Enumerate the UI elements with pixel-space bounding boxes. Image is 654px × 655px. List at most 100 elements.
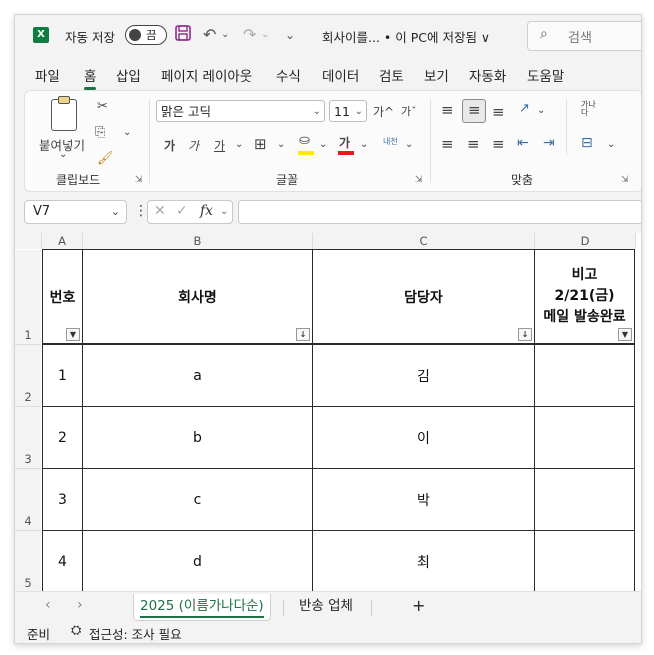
- save-icon[interactable]: [175, 25, 191, 45]
- table-cell[interactable]: b: [83, 407, 313, 469]
- phonetic-icon[interactable]: 내천: [383, 136, 398, 147]
- undo-dropdown-icon[interactable]: ⌄: [221, 25, 229, 45]
- table-cell[interactable]: 3: [42, 469, 83, 531]
- cancel-icon[interactable]: ✕: [154, 203, 166, 219]
- alignment-launcher-icon[interactable]: ⇲: [621, 175, 629, 185]
- tab-data[interactable]: 데이터: [322, 65, 359, 85]
- grow-font-icon[interactable]: 가^: [373, 103, 394, 120]
- next-sheet-icon[interactable]: ›: [77, 597, 83, 613]
- tab-view[interactable]: 보기: [424, 65, 449, 85]
- sheet-tab-active[interactable]: 2025 (이름가나다순): [133, 594, 271, 621]
- borders-icon[interactable]: ⊞: [254, 135, 267, 153]
- sheet-tab[interactable]: 반송 업체: [299, 594, 353, 620]
- undo-icon[interactable]: ↶: [203, 25, 216, 45]
- accessibility-status[interactable]: 접근성: 조사 필요: [89, 624, 182, 643]
- filter-dropdown-icon[interactable]: ▼: [618, 328, 632, 341]
- row-header[interactable]: 5: [15, 531, 41, 591]
- tab-review[interactable]: 검토: [379, 65, 404, 85]
- autosave-toggle[interactable]: 끔: [125, 25, 167, 45]
- table-cell[interactable]: [535, 469, 635, 531]
- header-cell-number[interactable]: 번호 ▼: [42, 249, 83, 345]
- row-header[interactable]: 1: [15, 250, 41, 345]
- prev-sheet-icon[interactable]: ‹: [45, 597, 51, 613]
- document-title[interactable]: 회사이를... • 이 PC에 저장됨 ∨: [322, 27, 490, 46]
- tab-automate[interactable]: 자동화: [469, 65, 506, 85]
- table-cell[interactable]: 박: [313, 469, 535, 531]
- redo-dropdown-icon[interactable]: ⌄: [261, 25, 269, 45]
- table-cell[interactable]: [535, 345, 635, 407]
- underline-dropdown-icon[interactable]: ⌄: [235, 139, 243, 150]
- table-cell[interactable]: 2: [42, 407, 83, 469]
- fx-dropdown-icon[interactable]: ⌄: [220, 206, 228, 217]
- align-left-icon[interactable]: ≡: [441, 135, 454, 153]
- fill-color-dropdown-icon[interactable]: ⌄: [319, 139, 327, 150]
- redo-icon[interactable]: ↷: [243, 25, 256, 45]
- header-cell-manager[interactable]: 담당자 ↓: [313, 249, 535, 345]
- copy-icon[interactable]: ⎘: [95, 125, 105, 140]
- formula-input[interactable]: [238, 200, 641, 224]
- select-all-corner[interactable]: [15, 233, 42, 249]
- table-cell[interactable]: 이: [313, 407, 535, 469]
- orientation-icon[interactable]: ↗: [519, 101, 530, 116]
- accessibility-icon[interactable]: ⛭: [71, 623, 81, 638]
- align-center-icon[interactable]: ≡: [467, 135, 480, 153]
- row-header[interactable]: 4: [15, 469, 41, 531]
- borders-dropdown-icon[interactable]: ⌄: [277, 139, 285, 150]
- header-cell-note[interactable]: 비고 2/21(금) 메일 발송완료 ▼: [535, 249, 635, 345]
- table-cell[interactable]: 최: [313, 531, 535, 591]
- align-top-icon[interactable]: ≡: [441, 101, 454, 119]
- tab-help[interactable]: 도움말: [527, 65, 564, 85]
- sort-filter-icon[interactable]: ↓: [296, 328, 310, 341]
- table-cell[interactable]: a: [83, 345, 313, 407]
- font-name-select[interactable]: 맑은 고딕 ⌄: [156, 100, 325, 122]
- paste-icon[interactable]: [51, 96, 77, 131]
- tab-home[interactable]: 홈: [84, 65, 97, 90]
- bold-icon[interactable]: 가: [164, 137, 175, 154]
- sort-filter-icon[interactable]: ↓: [518, 328, 532, 341]
- customize-toolbar-icon[interactable]: ⌄: [285, 25, 295, 45]
- font-size-select[interactable]: 11 ⌄: [329, 100, 367, 122]
- merge-center-icon[interactable]: ⊟: [581, 135, 593, 151]
- row-header[interactable]: 3: [15, 407, 41, 469]
- font-color-dropdown-icon[interactable]: ⌄: [360, 139, 368, 150]
- cut-icon[interactable]: ✂: [97, 99, 108, 114]
- name-box[interactable]: V7 ⌄: [24, 200, 127, 224]
- header-cell-company[interactable]: 회사명 ↓: [83, 249, 313, 345]
- tab-file[interactable]: 파일: [35, 65, 60, 85]
- add-sheet-button[interactable]: +: [412, 594, 425, 620]
- increase-indent-icon[interactable]: ⇥: [543, 135, 555, 151]
- font-color-icon[interactable]: 가: [339, 134, 350, 151]
- table-cell[interactable]: [535, 531, 635, 591]
- phonetic-dropdown-icon[interactable]: ⌄: [405, 139, 413, 150]
- decrease-indent-icon[interactable]: ⇤: [517, 135, 529, 151]
- align-right-icon[interactable]: ≡: [492, 135, 505, 153]
- column-header-c[interactable]: C: [313, 233, 535, 249]
- italic-icon[interactable]: 가: [188, 137, 199, 154]
- paste-dropdown-icon[interactable]: ⌄: [59, 149, 67, 160]
- format-painter-icon[interactable]: 🖌: [97, 151, 114, 166]
- table-cell[interactable]: c: [83, 469, 313, 531]
- column-header-d[interactable]: D: [535, 233, 636, 249]
- align-middle-button[interactable]: ≡: [462, 99, 486, 123]
- table-cell[interactable]: 4: [42, 531, 83, 591]
- insert-function-icon[interactable]: fx: [200, 203, 213, 219]
- more-options-icon[interactable]: ⋮: [134, 203, 148, 219]
- tab-insert[interactable]: 삽입: [116, 65, 141, 85]
- column-header-a[interactable]: A: [42, 233, 83, 249]
- tab-formulas[interactable]: 수식: [276, 65, 301, 85]
- row-header[interactable]: 2: [15, 345, 41, 407]
- table-cell[interactable]: [535, 407, 635, 469]
- wrap-text-icon[interactable]: 가나 다: [581, 101, 599, 117]
- table-cell[interactable]: 1: [42, 345, 83, 407]
- clipboard-launcher-icon[interactable]: ⇲: [135, 175, 143, 185]
- fill-color-icon[interactable]: ⛀: [299, 133, 310, 148]
- tab-page-layout[interactable]: 페이지 레이아웃: [161, 65, 252, 85]
- shrink-font-icon[interactable]: 가ˇ: [401, 103, 417, 119]
- copy-dropdown-icon[interactable]: ⌄: [123, 127, 131, 138]
- enter-icon[interactable]: ✓: [176, 203, 188, 219]
- filter-dropdown-icon[interactable]: ▼: [66, 328, 80, 341]
- font-launcher-icon[interactable]: ⇲: [415, 175, 423, 185]
- align-bottom-icon[interactable]: ≡: [492, 103, 505, 121]
- column-header-b[interactable]: B: [83, 233, 313, 249]
- table-cell[interactable]: 김: [313, 345, 535, 407]
